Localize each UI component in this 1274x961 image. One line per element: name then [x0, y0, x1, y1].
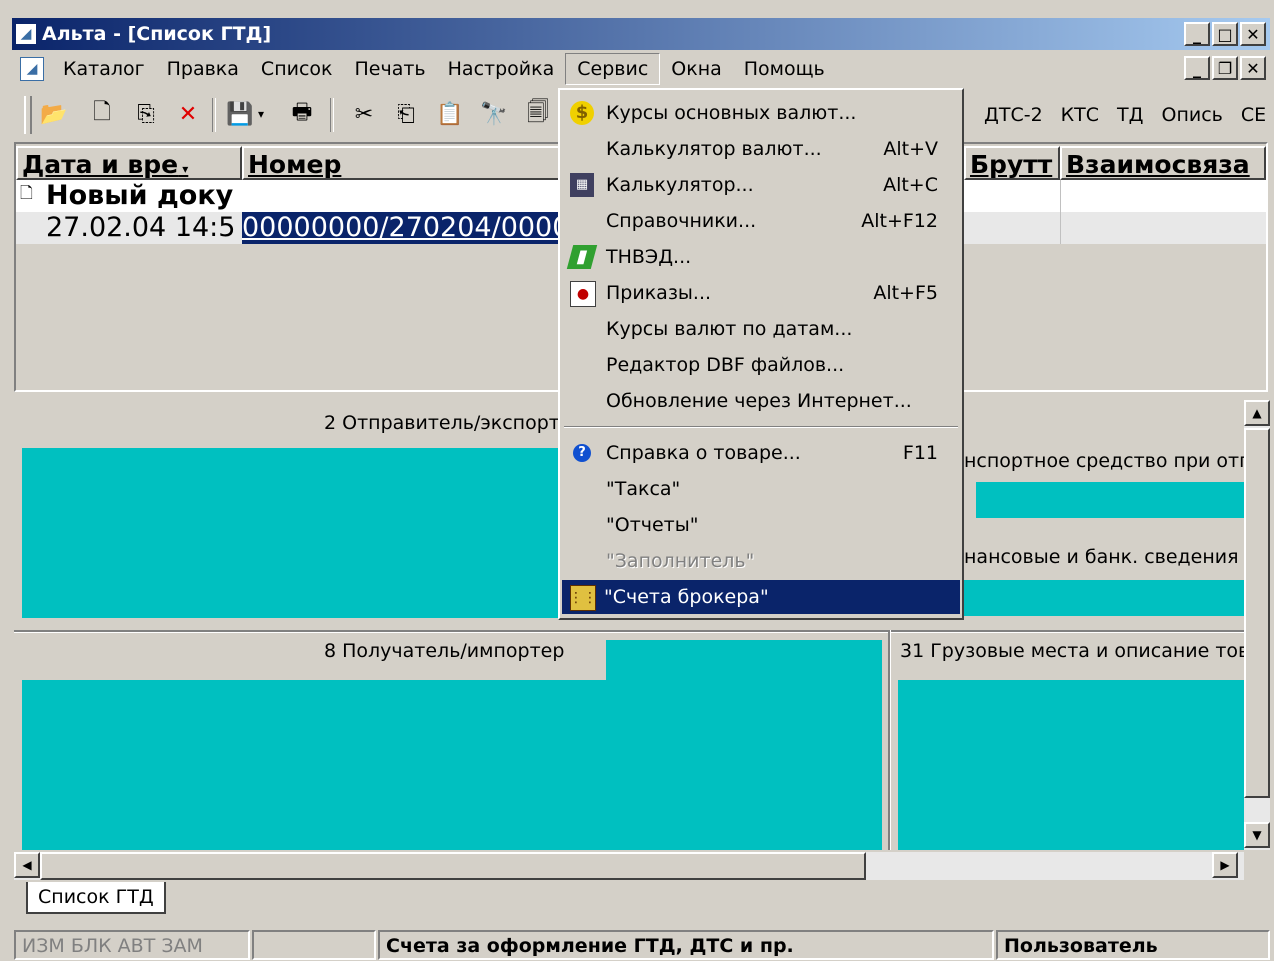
status-user: Пользователь — [996, 930, 1270, 960]
scroll-right-icon[interactable]: ▶ — [1212, 852, 1238, 878]
menu-bar: ◢ Каталог Правка Список Печать Настройка… — [12, 52, 1270, 86]
row-date: Новый доку — [46, 180, 234, 211]
printer-icon[interactable]: 🖶 — [288, 100, 316, 128]
menu-item-orders[interactable]: ● Приказы... Alt+F5 — [562, 276, 960, 310]
transport-label: нспортное средство при отпр — [964, 450, 1264, 472]
mdi-close-button[interactable]: ✕ — [1240, 56, 1266, 80]
delete-icon[interactable]: ✕ — [174, 100, 202, 128]
menu-item-dbf-editor[interactable]: Редактор DBF файлов... — [562, 348, 960, 382]
minimize-button[interactable]: _ — [1184, 22, 1210, 46]
receiver-field[interactable] — [22, 680, 882, 850]
column-header-relation[interactable]: Взаимосвяза — [1060, 146, 1266, 180]
divider — [888, 630, 891, 850]
column-header-gross[interactable]: Брутт — [964, 146, 1060, 180]
scroll-thumb[interactable] — [1244, 428, 1270, 798]
cut-icon[interactable]: ✂ — [350, 100, 378, 128]
paste-icon[interactable]: 📋 — [436, 100, 464, 128]
status-hint: Счета за оформление ГТД, ДТС и пр. — [378, 930, 994, 960]
menu-item-currency-rates[interactable]: $ Курсы основных валют... — [562, 96, 960, 130]
menu-catalog[interactable]: Каталог — [52, 54, 156, 84]
menu-item-product-help[interactable]: ? Справка о товаре... F11 — [562, 436, 960, 470]
sender-label: 2 Отправитель/экспорт — [324, 412, 560, 434]
sender-field[interactable] — [22, 448, 562, 618]
tb-dts2-button[interactable]: ДТС-2 — [984, 100, 1043, 130]
toolbar-separator — [212, 98, 216, 132]
menu-edit[interactable]: Правка — [156, 54, 250, 84]
open-folder-icon[interactable]: 📂 — [40, 100, 68, 128]
cargo-label: 31 Грузовые места и описание това — [900, 640, 1244, 662]
row-number: 00000000/270204/0000 — [242, 212, 572, 244]
dropdown-arrow-icon[interactable]: ▾ — [178, 162, 188, 176]
new-doc-icon: 🗋 — [20, 183, 33, 202]
divider — [14, 630, 1244, 633]
menu-settings[interactable]: Настройка — [437, 54, 566, 84]
menu-windows[interactable]: Окна — [660, 54, 733, 84]
service-menu: $ Курсы основных валют... Калькулятор ва… — [558, 88, 964, 620]
receiver-code-field[interactable] — [606, 640, 882, 680]
scroll-left-icon[interactable]: ◀ — [14, 852, 40, 878]
menu-item-currency-calculator[interactable]: Калькулятор валют... Alt+V — [562, 132, 960, 166]
title-bar: ◢ Альта - [Список ГТД] _ □ ✕ — [12, 18, 1270, 50]
document-seal-icon: ● — [570, 281, 596, 307]
toolbar-separator — [330, 98, 334, 132]
status-empty — [252, 930, 376, 960]
new-document-icon[interactable]: 🗋 — [88, 100, 116, 128]
menu-service[interactable]: Сервис — [565, 53, 661, 85]
horizontal-scrollbar[interactable]: ◀ ▶ — [14, 852, 1244, 880]
tb-kts-button[interactable]: КТС — [1061, 100, 1099, 130]
row-date: 27.02.04 14:5 — [46, 212, 236, 243]
scroll-down-icon[interactable]: ▼ — [1244, 822, 1270, 848]
export-icon[interactable]: ⎘ — [132, 100, 160, 128]
find-icon[interactable]: 🔭 — [480, 100, 508, 128]
receiver-label: 8 Получатель/импортер — [324, 640, 565, 662]
cargo-field[interactable] — [898, 680, 1244, 850]
column-header-date[interactable]: Дата и вре ▾ — [16, 146, 242, 180]
pages-icon[interactable]: 🗐 — [524, 100, 552, 128]
tab-strip: Список ГТД — [14, 882, 1270, 926]
menu-item-taksa[interactable]: "Такса" — [562, 472, 960, 506]
status-modes: ИЗМ БЛК АВТ ЗАМ — [14, 930, 250, 960]
dollar-coin-icon: $ — [570, 101, 594, 125]
menu-item-internet-update[interactable]: Обновление через Интернет... — [562, 384, 960, 418]
transport-field[interactable] — [976, 482, 1244, 518]
app-icon: ◢ — [16, 24, 36, 44]
close-button[interactable]: ✕ — [1240, 22, 1266, 46]
menu-help[interactable]: Помощь — [733, 54, 836, 84]
menu-item-reports[interactable]: "Отчеты" — [562, 508, 960, 542]
tb-se-button[interactable]: СЕ — [1241, 100, 1266, 130]
finance-label: нансовые и банк. сведения — [964, 546, 1239, 568]
column-header-number[interactable]: Номер — [242, 146, 572, 180]
finance-field[interactable] — [964, 580, 1244, 616]
menu-item-broker-accounts[interactable]: ⋮⋮ "Счета брокера" — [562, 580, 960, 614]
menu-item-calculator[interactable]: ▦ Калькулятор... Alt+C — [562, 168, 960, 202]
menu-separator — [564, 426, 958, 428]
tb-td-button[interactable]: ТД — [1117, 100, 1143, 130]
menu-list[interactable]: Список — [250, 54, 344, 84]
doc-icon: ◢ — [20, 57, 44, 81]
copy-icon[interactable]: ⎗ — [392, 100, 420, 128]
book-icon: ▮ — [566, 245, 598, 269]
tb-inventory-button[interactable]: Опись — [1162, 100, 1223, 130]
scroll-thumb[interactable] — [40, 852, 866, 880]
menu-print[interactable]: Печать — [344, 54, 437, 84]
save-icon[interactable]: 💾 — [226, 100, 254, 128]
help-icon: ? — [573, 444, 591, 462]
mdi-minimize-button[interactable]: _ — [1184, 56, 1210, 80]
tab-gtd-list[interactable]: Список ГТД — [26, 882, 166, 914]
mdi-restore-button[interactable]: ❐ — [1212, 56, 1238, 80]
chevron-down-icon[interactable]: ▾ — [254, 100, 268, 128]
toolbar-grip[interactable] — [24, 96, 32, 134]
scroll-up-icon[interactable]: ▲ — [1244, 400, 1270, 426]
menu-item-rates-by-date[interactable]: Курсы валют по датам... — [562, 312, 960, 346]
vertical-scrollbar[interactable]: ▲ ▼ — [1244, 400, 1270, 850]
window-title: Альта - [Список ГТД] — [42, 23, 272, 45]
maximize-button[interactable]: □ — [1212, 22, 1238, 46]
menu-item-tnved[interactable]: ▮ ТНВЭД... — [562, 240, 960, 274]
menu-item-reference-books[interactable]: Справочники... Alt+F12 — [562, 204, 960, 238]
abacus-icon: ⋮⋮ — [569, 585, 597, 611]
menu-item-filler: "Заполнитель" — [606, 550, 755, 572]
calculator-icon: ▦ — [570, 173, 594, 197]
